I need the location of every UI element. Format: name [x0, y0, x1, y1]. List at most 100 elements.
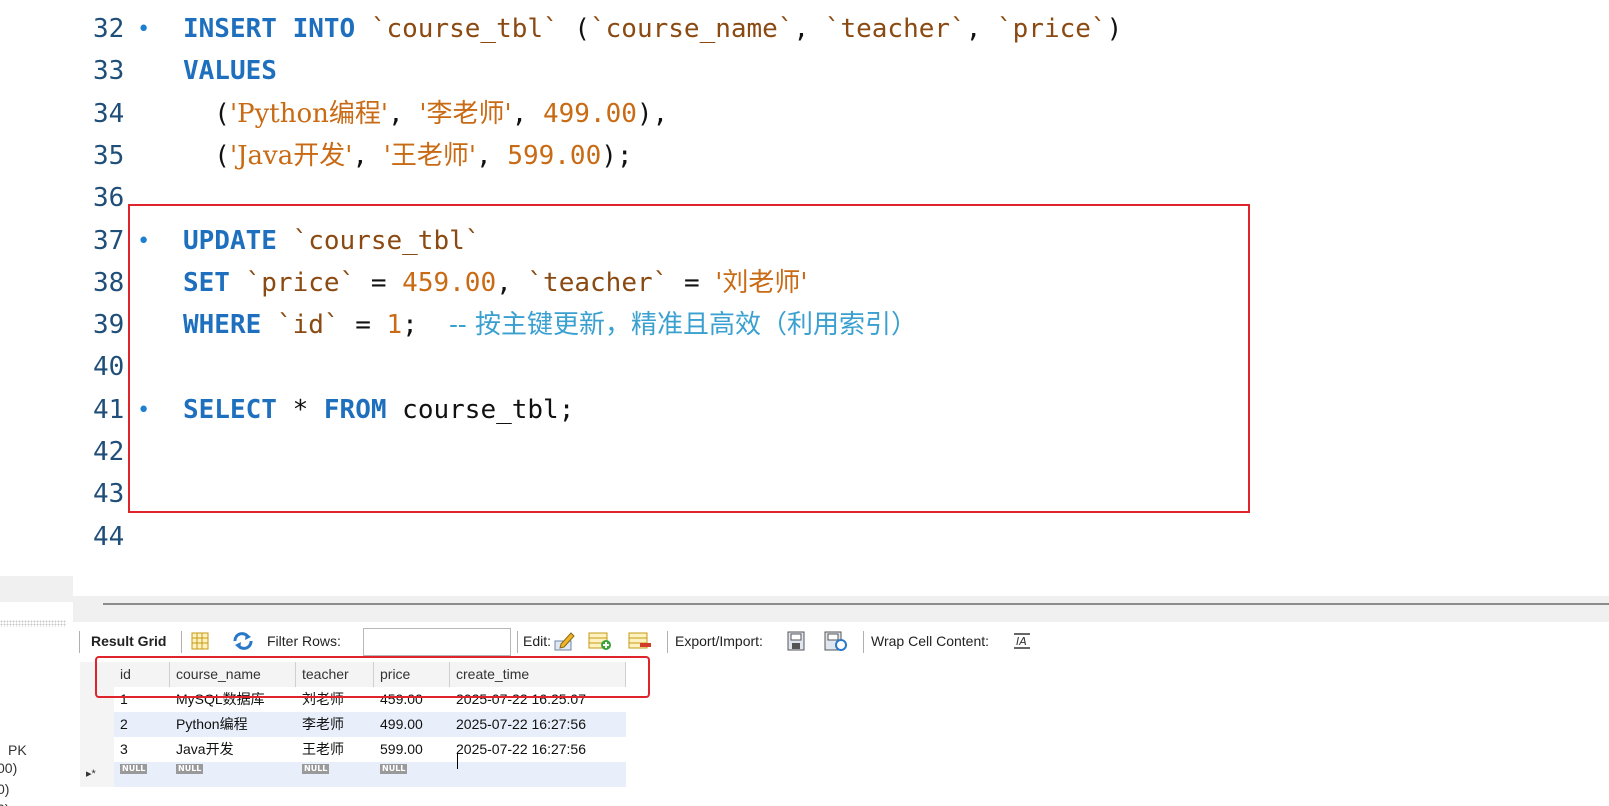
code-token: '李老师' [419, 98, 512, 129]
column-header-course-name[interactable]: course_name [170, 662, 296, 687]
edit-row-icon[interactable] [553, 630, 575, 652]
cell-null[interactable]: NULL [114, 762, 170, 787]
panel-band [0, 576, 73, 602]
code-token: , [352, 140, 384, 171]
row-indicator[interactable] [80, 687, 114, 712]
cell-teacher[interactable]: 刘老师 [296, 687, 374, 712]
result-grid[interactable]: id course_name teacher price create_time… [80, 662, 640, 792]
filter-rows-input[interactable] [363, 628, 511, 656]
code-token: INSERT INTO [183, 14, 371, 44]
code-text: ('Python编程', '李老师', 499.00), [183, 93, 668, 136]
null-badge: NULL [176, 764, 204, 774]
row-indicator[interactable] [80, 737, 114, 762]
add-row-icon[interactable] [587, 630, 611, 652]
column-header-id[interactable]: id [114, 662, 170, 687]
new-row-marker: ▸* [80, 762, 114, 787]
code-token: , [511, 98, 543, 129]
code-line[interactable]: 43 [73, 473, 1609, 516]
code-line[interactable]: 40 [73, 346, 1609, 389]
code-line[interactable]: 35 ('Java开发', '王老师', 599.00); [73, 135, 1609, 178]
cell-teacher[interactable]: 李老师 [296, 712, 374, 737]
statement-marker-icon[interactable]: • [137, 389, 150, 432]
result-grid-tab[interactable]: Result Grid [91, 633, 166, 649]
export-import-label: Export/Import: [675, 633, 763, 649]
export-icon[interactable] [785, 630, 807, 652]
cell-price[interactable]: 459.00 [374, 687, 450, 712]
code-text: INSERT INTO `course_tbl` (`course_name`,… [183, 8, 1122, 51]
cell-price[interactable]: 499.00 [374, 712, 450, 737]
code-token: 599.00 [507, 140, 602, 171]
cell-course-name[interactable]: Java开发 [170, 737, 296, 762]
statement-marker-icon[interactable]: • [137, 8, 150, 51]
delete-row-icon[interactable] [627, 630, 651, 652]
new-row[interactable]: ▸* NULL NULL NULL NULL [80, 762, 626, 787]
code-token: ( [183, 98, 230, 129]
cell-price[interactable]: 599.00 [374, 737, 450, 762]
cell-teacher[interactable]: 王老师 [296, 737, 374, 762]
cell-create-time-edit[interactable] [450, 762, 626, 787]
line-number: 39 [93, 310, 125, 341]
code-token: FROM [323, 394, 403, 425]
cell-course-name[interactable]: Python编程 [170, 712, 296, 737]
code-token: `course_name` [590, 14, 794, 44]
cell-create-time[interactable]: 2025-07-22 16:27:56 [450, 712, 626, 737]
toolbar-separator [667, 631, 668, 653]
code-token: '刘老师' [715, 267, 808, 298]
code-line[interactable]: 39 WHERE `id` = 1; -- 按主键更新，精准且高效（利用索引） [73, 304, 1609, 347]
code-line[interactable]: 38 SET `price` = 459.00, `teacher` = '刘老师… [73, 262, 1609, 305]
line-number: 35 [93, 140, 125, 171]
editor-results-splitter[interactable] [73, 596, 1609, 622]
table-row[interactable]: 2 Python编程 李老师 499.00 2025-07-22 16:27:5… [80, 712, 626, 737]
code-token: 459.00 [402, 267, 497, 298]
cell-create-time[interactable]: 2025-07-22 16:27:56 [450, 737, 626, 762]
panel-text-line: 0) [0, 781, 10, 797]
toolbar-separator [79, 631, 80, 653]
cell-id[interactable]: 1 [114, 687, 170, 712]
column-header-create-time[interactable]: create_time [450, 662, 626, 687]
cell-id[interactable]: 3 [114, 737, 170, 762]
grid-layout-icon[interactable] [189, 630, 211, 652]
table-row[interactable]: 1 MySQL数据库 刘老师 459.00 2025-07-22 16:25:0… [80, 687, 640, 712]
null-badge: NULL [120, 764, 148, 774]
code-line[interactable]: 36 [73, 177, 1609, 220]
table-row[interactable]: 3 Java开发 王老师 599.00 2025-07-22 16:27:56 [80, 737, 640, 762]
cell-null[interactable]: NULL [170, 762, 296, 787]
code-token: `price` [245, 267, 356, 298]
line-number: 32 [93, 14, 125, 44]
row-indicator[interactable] [80, 712, 114, 737]
panel-text-line: 00) [0, 760, 18, 776]
code-line[interactable]: 37 • UPDATE `course_tbl` [73, 220, 1609, 263]
edit-label: Edit: [523, 633, 552, 649]
cell-null[interactable]: NULL [374, 762, 450, 787]
refresh-icon[interactable] [231, 630, 253, 652]
code-token: ); [601, 140, 633, 171]
column-header-teacher[interactable]: teacher [296, 662, 374, 687]
code-line[interactable]: 42 [73, 431, 1609, 474]
code-token: `id` [276, 310, 340, 341]
statement-marker-icon[interactable]: • [137, 220, 150, 263]
cell-id[interactable]: 2 [114, 712, 170, 737]
line-number: 43 [93, 479, 125, 510]
code-token: `teacher` [527, 267, 669, 298]
cell-null[interactable]: NULL [296, 762, 374, 787]
code-line[interactable]: 44 [73, 516, 1609, 559]
code-token: `price` [997, 14, 1107, 44]
row-indicator [80, 662, 114, 687]
sql-editor[interactable]: 32 • INSERT INTO `course_tbl` (`course_nam… [73, 0, 1609, 596]
code-line[interactable]: 32 • INSERT INTO `course_tbl` (`course_nam… [73, 8, 1609, 51]
line-number: 41 [93, 394, 125, 425]
code-token: '王老师' [383, 140, 476, 171]
code-line[interactable]: 34 ('Python编程', '李老师', 499.00), [73, 93, 1609, 136]
code-line[interactable]: 41 • SELECT * FROM course_tbl; [73, 389, 1609, 432]
import-icon[interactable] [823, 630, 847, 652]
svg-text:IA: IA [1016, 635, 1027, 648]
wrap-cell-icon[interactable]: IA [1011, 630, 1033, 652]
cell-course-name[interactable]: MySQL数据库 [170, 687, 296, 712]
code-line[interactable]: 33 VALUES [73, 50, 1609, 93]
code-token: UPDATE [183, 225, 293, 256]
panel-splitter-grip[interactable] [0, 620, 66, 627]
column-header-price[interactable]: price [374, 662, 450, 687]
code-token: 'Java开发' [229, 140, 353, 171]
cell-create-time[interactable]: 2025-07-22 16:25:07 [450, 687, 626, 712]
code-token: , [965, 14, 998, 44]
